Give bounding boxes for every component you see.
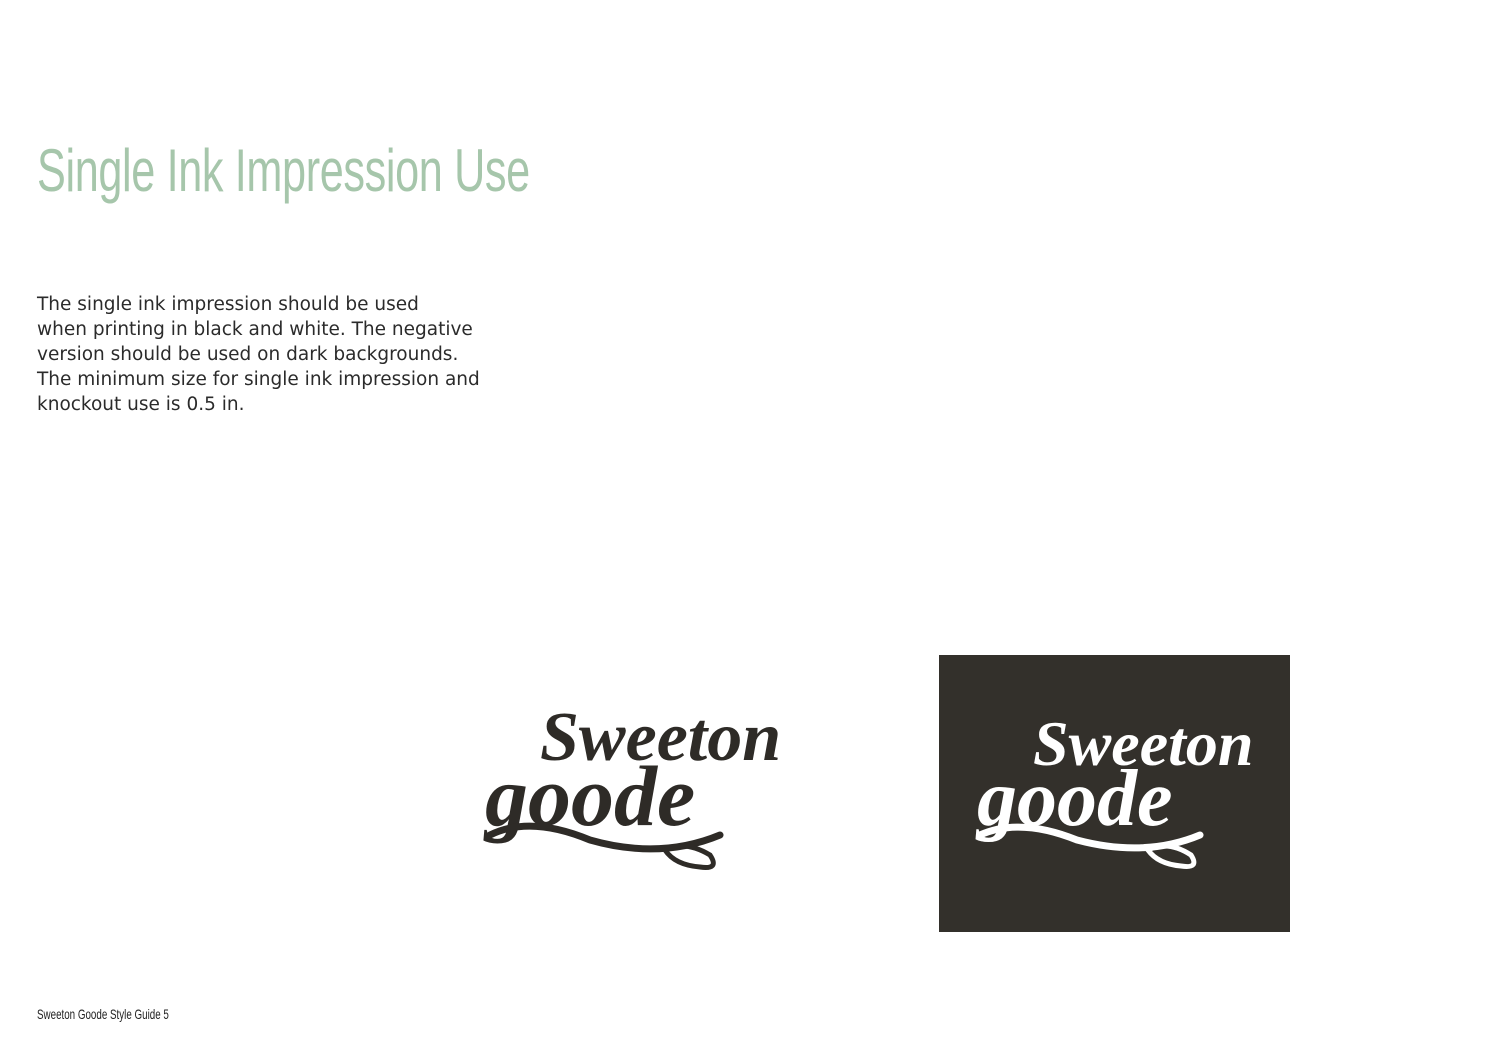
body-line: The minimum size for single ink impressi…	[37, 369, 480, 390]
body-line: when printing in black and white. The ne…	[37, 319, 473, 340]
logo-single-ink: Sweeton goode	[483, 699, 781, 870]
logo-leaf	[661, 843, 716, 870]
body-paragraph: The single ink impression should be used…	[37, 292, 527, 417]
body-line: knockout use is 0.5 in.	[37, 394, 245, 415]
body-line: The single ink impression should be used	[37, 294, 419, 315]
body-line: version should be used on dark backgroun…	[37, 344, 459, 365]
page-footer: Sweeton Goode Style Guide 5	[37, 1006, 169, 1022]
logo-negative: Sweeton goode	[975, 708, 1253, 869]
logo-leaf	[1144, 843, 1197, 869]
page-title: Single Ink Impression Use	[37, 137, 530, 204]
